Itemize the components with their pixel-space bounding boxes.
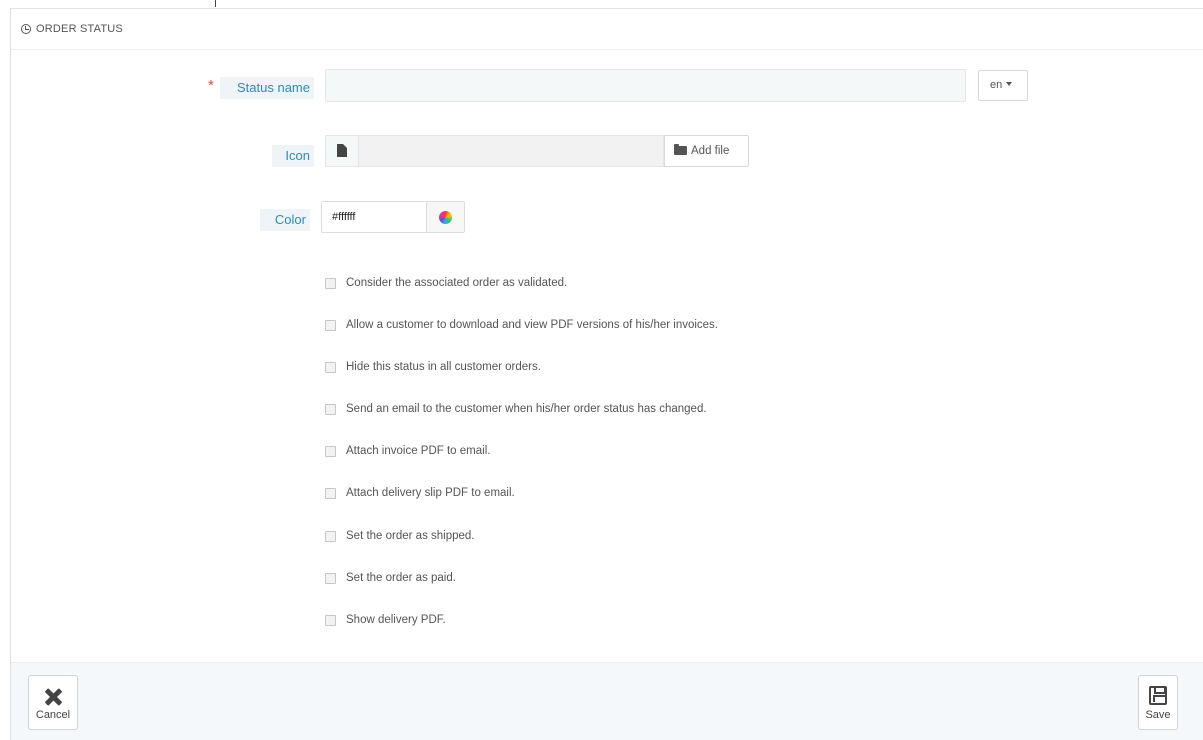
icon-file-picker: Add file xyxy=(325,135,749,167)
option-label: Set the order as paid. xyxy=(346,572,456,584)
checkbox[interactable] xyxy=(325,320,336,331)
option-label: Attach invoice PDF to email. xyxy=(346,445,491,457)
status-name-label: Status name xyxy=(220,77,314,99)
checkbox[interactable] xyxy=(325,362,336,373)
option-label: Consider the associated order as validat… xyxy=(346,277,568,289)
language-dropdown[interactable]: en xyxy=(978,70,1028,101)
color-input[interactable]: #ffffff xyxy=(321,201,427,233)
top-strip xyxy=(0,0,1203,8)
panel-heading: ORDER STATUS xyxy=(11,9,1203,50)
caret-down-icon xyxy=(1006,82,1013,86)
checkbox[interactable] xyxy=(325,278,336,289)
option-label: Hide this status in all customer orders. xyxy=(346,361,541,373)
checkbox[interactable] xyxy=(325,446,336,457)
clock-check-icon xyxy=(21,24,31,34)
panel-footer: Cancel Save xyxy=(11,662,1203,740)
option-label: Show delivery PDF. xyxy=(346,614,446,626)
color-label: Color xyxy=(260,209,310,231)
checkbox[interactable] xyxy=(325,573,336,584)
save-label: Save xyxy=(1145,709,1171,721)
cancel-button[interactable]: Cancel xyxy=(28,675,78,730)
option-label: Set the order as shipped. xyxy=(346,530,475,542)
file-name-field[interactable] xyxy=(358,135,664,167)
text-cursor xyxy=(215,0,216,7)
checkbox[interactable] xyxy=(325,488,336,499)
status-name-input[interactable] xyxy=(325,69,966,102)
file-icon-box xyxy=(325,135,358,167)
cancel-label: Cancel xyxy=(35,709,71,721)
checkbox[interactable] xyxy=(325,615,336,626)
floppy-disk-icon xyxy=(1149,686,1167,705)
order-status-panel: ORDER STATUS * Status name en Icon Add f… xyxy=(10,8,1203,740)
required-marker: * xyxy=(208,77,214,94)
panel-title: ORDER STATUS xyxy=(36,23,123,35)
checkbox[interactable] xyxy=(325,404,336,415)
color-wheel-icon xyxy=(439,211,452,224)
add-file-button[interactable]: Add file xyxy=(664,135,749,167)
add-file-label: Add file xyxy=(691,145,730,157)
option-label: Send an email to the customer when his/h… xyxy=(346,403,707,415)
save-button[interactable]: Save xyxy=(1138,675,1178,730)
close-icon xyxy=(44,688,62,706)
option-label: Attach delivery slip PDF to email. xyxy=(346,487,515,499)
folder-open-icon xyxy=(674,144,687,155)
language-value: en xyxy=(990,79,1003,91)
icon-label: Icon xyxy=(272,145,314,167)
color-picker-button[interactable] xyxy=(427,201,465,233)
option-label: Allow a customer to download and view PD… xyxy=(346,319,719,331)
checkbox[interactable] xyxy=(325,531,336,542)
document-icon xyxy=(337,144,347,157)
